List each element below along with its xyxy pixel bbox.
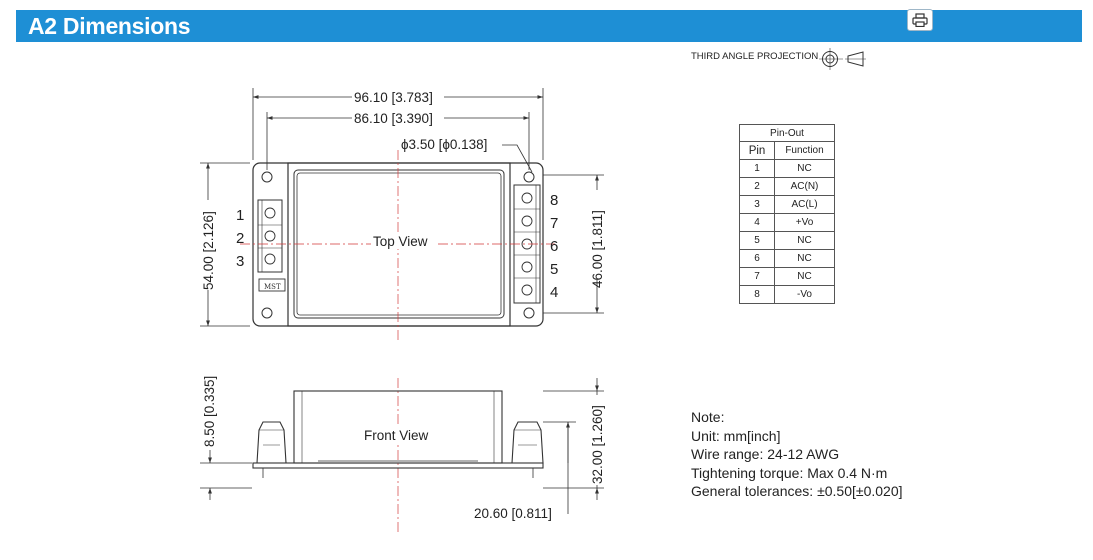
right-terminal-number: 5 bbox=[550, 261, 558, 278]
notes-unit: Unit: mm[inch] bbox=[691, 427, 781, 444]
mechanical-drawing: 96.10 [3.783] 86.10 [3.390] ϕ3.50 [ϕ0.13… bbox=[198, 88, 607, 535]
pin-function: NC bbox=[774, 267, 835, 286]
notes-wire-range: Wire range: 24-12 AWG bbox=[691, 446, 840, 462]
pin-header: Pin bbox=[739, 141, 775, 160]
table-row: 2 AC(N) bbox=[739, 177, 835, 196]
dim-flange-height: 8.50 [0.335] bbox=[202, 376, 217, 447]
pin-number: 1 bbox=[739, 159, 775, 178]
table-row: 7 NC bbox=[739, 267, 835, 286]
left-terminal-number: 1 bbox=[236, 207, 244, 224]
pin-function: +Vo bbox=[774, 213, 835, 232]
pin-number: 2 bbox=[739, 177, 775, 196]
table-row: 6 NC bbox=[739, 249, 835, 268]
notes-block: Note: Unit: mm[inch] Wire range: 24-12 A… bbox=[691, 408, 903, 501]
table-row: 4 +Vo bbox=[739, 213, 835, 232]
table-row: 8 -Vo bbox=[739, 285, 835, 304]
function-header: Function bbox=[774, 141, 835, 160]
front-view-label: Front View bbox=[364, 428, 429, 443]
pin-function: NC bbox=[774, 231, 835, 250]
right-terminal-number: 7 bbox=[550, 215, 558, 232]
dim-terminal-height: 46.00 [1.811] bbox=[590, 210, 605, 288]
dim-overall-width: 96.10 [3.783] bbox=[354, 90, 433, 105]
pin-function: AC(L) bbox=[774, 195, 835, 214]
table-row: 3 AC(L) bbox=[739, 195, 835, 214]
pin-number: 7 bbox=[739, 267, 775, 286]
pinout-table: Pin-Out Pin Function 1 NC 2 AC(N) 3 AC(L) 4… bbox=[739, 124, 835, 304]
notes-tolerance: General tolerances: ±0.50[±0.020] bbox=[691, 483, 903, 499]
notes-torque: Tightening torque: Max 0.4 N·m bbox=[691, 464, 888, 481]
logo-mark: MST bbox=[264, 283, 281, 291]
pin-function: -Vo bbox=[774, 285, 835, 304]
right-terminal-number: 8 bbox=[550, 192, 558, 209]
left-terminal-number: 2 bbox=[236, 230, 244, 247]
table-row: 5 NC bbox=[739, 231, 835, 250]
notes-title: Note: bbox=[691, 409, 725, 425]
dim-overall-height: 54.00 [2.126] bbox=[201, 211, 216, 290]
dim-total-depth: 32.00 [1.260] bbox=[590, 405, 605, 484]
dim-hole-spacing: 86.10 [3.390] bbox=[354, 111, 433, 126]
pinout-caption: Pin-Out bbox=[739, 124, 835, 142]
pin-number: 3 bbox=[739, 195, 775, 214]
pin-number: 5 bbox=[739, 231, 775, 250]
dim-hole-diameter: ϕ3.50 [ϕ0.138] bbox=[401, 137, 487, 152]
pin-function: AC(N) bbox=[774, 177, 835, 196]
left-terminal-number: 3 bbox=[236, 253, 244, 270]
pin-number: 8 bbox=[739, 285, 775, 304]
pin-function: NC bbox=[774, 159, 835, 178]
table-row: 1 NC bbox=[739, 159, 835, 178]
right-terminal-number: 6 bbox=[550, 238, 558, 255]
dim-terminal-offset: 20.60 [0.811] bbox=[474, 506, 552, 521]
pin-number: 6 bbox=[739, 249, 775, 268]
top-view-label: Top View bbox=[373, 234, 428, 249]
pin-number: 4 bbox=[739, 213, 775, 232]
pin-function: NC bbox=[774, 249, 835, 268]
right-terminal-number: 4 bbox=[550, 284, 558, 301]
